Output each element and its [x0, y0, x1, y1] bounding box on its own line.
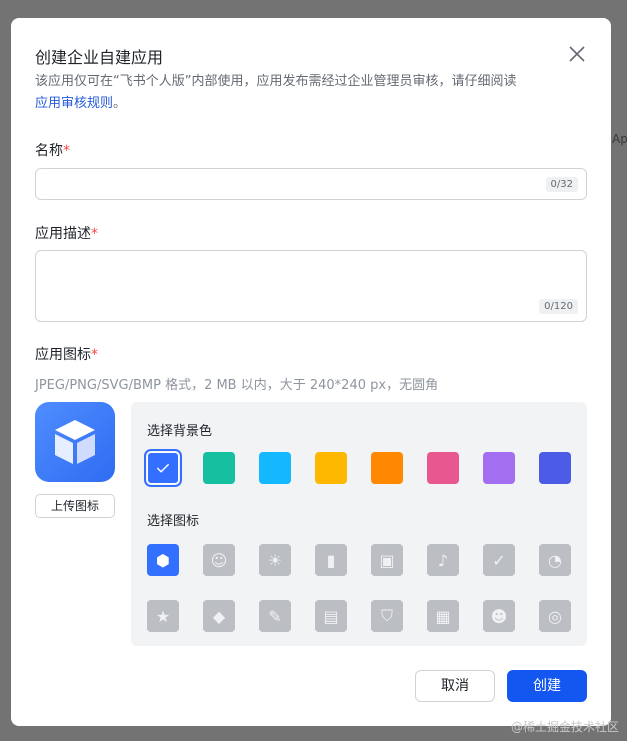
name-input[interactable]: 0/32	[35, 168, 587, 200]
icon-option[interactable]: ⛉	[371, 600, 403, 632]
icon-option[interactable]: ▣	[371, 544, 403, 576]
code-icon: ◎	[548, 606, 562, 626]
background-fragment: Ap	[612, 132, 627, 146]
icon-label-text: 应用图标	[35, 347, 91, 363]
required-mark: *	[91, 347, 98, 363]
create-button[interactable]: 创建	[507, 670, 587, 702]
description-text: 该应用仅可在“飞书个人版”内部使用，应用发布需经过企业管理员审核，请仔细阅读	[35, 74, 517, 89]
name-label-text: 名称	[35, 143, 63, 159]
wrench-icon: ✎	[268, 606, 282, 626]
close-icon[interactable]	[567, 44, 587, 64]
desc-counter: 0/120	[539, 299, 578, 314]
bg-color-title: 选择背景色	[147, 424, 213, 439]
bg-color-swatch[interactable]	[483, 452, 515, 484]
icon-option[interactable]: ◆	[203, 600, 235, 632]
pie-chart-icon: ◔	[548, 550, 562, 570]
bg-color-swatch[interactable]	[427, 452, 459, 484]
bg-color-swatch[interactable]	[203, 452, 235, 484]
check-icon	[156, 463, 170, 473]
tag-icon: ◆	[212, 606, 226, 626]
icon-option[interactable]: ♪	[427, 544, 459, 576]
cube-icon: ⬢	[156, 550, 170, 570]
icon-option[interactable]: ☀	[259, 544, 291, 576]
bg-color-swatch[interactable]	[144, 449, 182, 487]
icon-option[interactable]: ☻	[483, 600, 515, 632]
users-icon: ☻	[490, 606, 508, 626]
upload-icon-button[interactable]: 上传图标	[35, 494, 115, 518]
rules-link[interactable]: 应用审核规则	[35, 96, 113, 111]
star-icon: ★	[155, 606, 171, 626]
bg-color-swatch[interactable]	[371, 452, 403, 484]
robot-icon: ☺	[210, 550, 228, 570]
layout-icon: ▦	[435, 606, 451, 626]
description-textarea[interactable]: 0/120	[35, 250, 587, 322]
dialog-description: 该应用仅可在“飞书个人版”内部使用，应用发布需经过企业管理员审核，请仔细阅读 应用…	[35, 71, 575, 115]
create-app-dialog: 创建企业自建应用 该应用仅可在“飞书个人版”内部使用，应用发布需经过企业管理员审…	[11, 18, 611, 726]
bg-color-swatch[interactable]	[259, 452, 291, 484]
watermark: @稀土掘金技术社区	[510, 720, 619, 734]
document-icon: ▤	[323, 606, 339, 626]
briefcase-icon: ▣	[379, 550, 395, 570]
lightbulb-icon: ☀	[267, 550, 283, 570]
icon-option[interactable]: ▮	[315, 544, 347, 576]
bg-color-swatch[interactable]	[539, 452, 571, 484]
icon-label: 应用图标*	[35, 344, 98, 364]
icon-preview	[35, 402, 115, 482]
icon-option[interactable]: ★	[147, 600, 179, 632]
icon-option[interactable]: ☺	[203, 544, 235, 576]
required-mark: *	[63, 143, 70, 159]
icon-hint: JPEG/PNG/SVG/BMP 格式，2 MB 以内，大于 240*240 p…	[35, 378, 439, 393]
icon-option[interactable]: ▤	[315, 600, 347, 632]
dialog-title: 创建企业自建应用	[35, 48, 164, 67]
desc-label-text: 应用描述	[35, 226, 91, 242]
icon-option[interactable]: ◔	[539, 544, 571, 576]
required-mark: *	[91, 226, 98, 242]
icon-picker-panel: 选择背景色 选择图标 ⬢ ☺ ☀ ▮ ▣ ♪ ✓ ◔ ★ ◆ ✎ ▤ ⛉ ▦ ☻ ◎	[131, 402, 587, 646]
cube-icon	[55, 420, 95, 464]
door-icon: ▮	[326, 550, 336, 570]
rules-suffix: 。	[113, 96, 127, 111]
icon-option[interactable]: ⬢	[147, 544, 179, 576]
icon-option[interactable]: ▦	[427, 600, 459, 632]
icon-option[interactable]: ✓	[483, 544, 515, 576]
bg-color-swatch[interactable]	[315, 452, 347, 484]
icon-option[interactable]: ◎	[539, 600, 571, 632]
bell-icon: ♪	[437, 550, 449, 570]
shield-check-icon: ⛉	[380, 606, 393, 625]
desc-label: 应用描述*	[35, 223, 98, 243]
icon-option[interactable]: ✎	[259, 600, 291, 632]
icon-select-title: 选择图标	[147, 514, 200, 529]
name-label: 名称*	[35, 140, 70, 160]
bookmark-check-icon: ✓	[492, 550, 506, 570]
cancel-button[interactable]: 取消	[415, 670, 495, 702]
name-counter: 0/32	[545, 177, 578, 192]
